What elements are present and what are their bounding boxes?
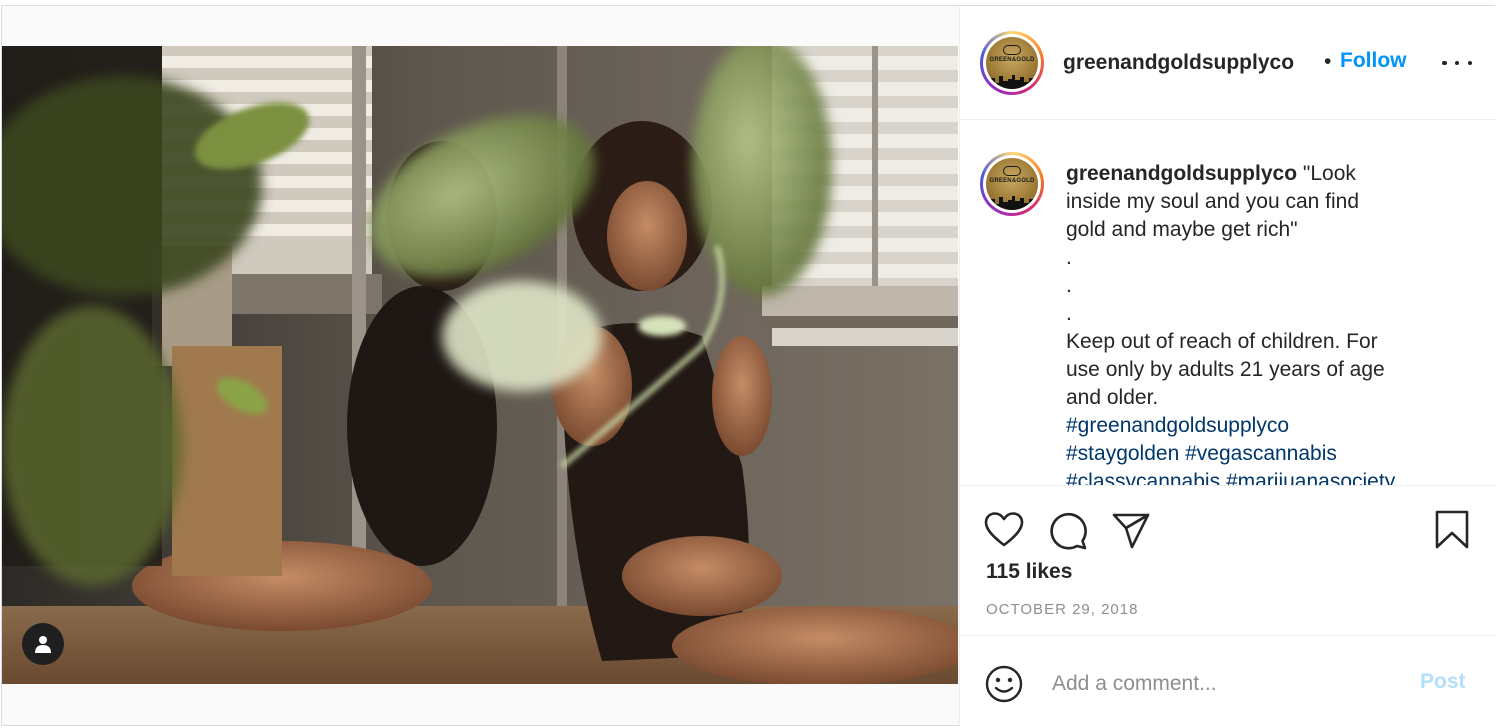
caption-line: . <box>1066 274 1072 297</box>
caption-username[interactable]: greenandgoldsupplyco <box>1066 162 1297 185</box>
caption-line: gold and maybe get rich" <box>1066 218 1298 241</box>
brand-logo: GREEN&GOLD <box>986 37 1038 89</box>
post-side-panel: GREEN&GOLD greenandgoldsupplyco • Follow… <box>959 6 1496 726</box>
hashtag-link[interactable]: #classycannabis <box>1066 470 1220 485</box>
heart-icon[interactable] <box>984 512 1024 548</box>
logo-text: GREEN&GOLD <box>989 57 1035 63</box>
hashtag-link[interactable]: #marijuanasociety <box>1226 470 1395 485</box>
post-actions: 115 likes OCTOBER 29, 2018 <box>960 486 1496 636</box>
post-comment-button[interactable]: Post <box>1420 670 1466 694</box>
comment-input[interactable] <box>1050 666 1414 702</box>
comment-bubble-icon[interactable] <box>1048 512 1088 550</box>
more-horizontal-icon[interactable] <box>1442 51 1472 75</box>
caption-line: and older. <box>1066 386 1159 409</box>
caption-line: . <box>1066 302 1072 325</box>
post-photo[interactable] <box>2 46 958 684</box>
caption-line: . <box>1066 246 1072 269</box>
hashtag-link[interactable]: #vegascannabis <box>1185 442 1337 465</box>
post-header: GREEN&GOLD greenandgoldsupplyco • Follow <box>960 6 1496 120</box>
hashtag-link[interactable]: #greenandgoldsupplyco <box>1066 414 1289 437</box>
comment-form: Post <box>960 636 1496 726</box>
avatar[interactable]: GREEN&GOLD <box>980 31 1044 95</box>
smiley-icon[interactable] <box>984 664 1024 704</box>
hashtag-link[interactable]: #staygolden <box>1066 442 1179 465</box>
paper-plane-icon[interactable] <box>1111 512 1151 550</box>
caption-line: inside my soul and you can find <box>1066 190 1360 213</box>
caption-text: greenandgoldsupplyco "Look inside my sou… <box>1066 160 1446 485</box>
follow-button[interactable]: Follow <box>1340 49 1407 73</box>
likes-count[interactable]: 115 likes <box>986 560 1072 584</box>
post-username[interactable]: greenandgoldsupplyco <box>1063 51 1294 75</box>
post-date[interactable]: OCTOBER 29, 2018 <box>986 601 1138 618</box>
bookmark-icon[interactable] <box>1434 510 1470 550</box>
separator-dot: • <box>1324 50 1332 73</box>
caption-line: Keep out of reach of children. For <box>1066 330 1378 353</box>
caption-line: use only by adults 21 years of age <box>1066 358 1385 381</box>
caption-section: GREEN&GOLD greenandgoldsupplyco "Look in… <box>960 120 1496 486</box>
caption-line: "Look <box>1302 162 1356 185</box>
caption-avatar[interactable]: GREEN&GOLD <box>980 152 1044 216</box>
tagged-users-button[interactable] <box>22 623 64 665</box>
user-tag-icon <box>35 636 51 653</box>
photo-image <box>2 46 958 684</box>
brand-logo: GREEN&GOLD <box>986 158 1038 210</box>
logo-text: GREEN&GOLD <box>989 178 1035 184</box>
